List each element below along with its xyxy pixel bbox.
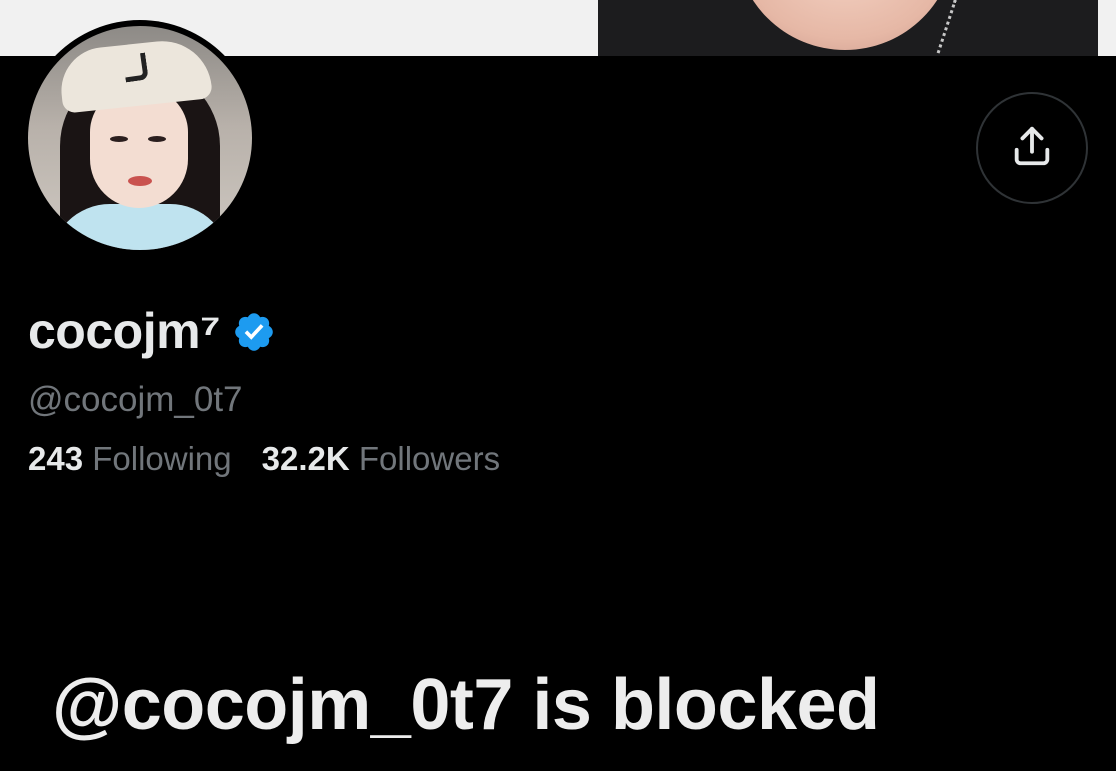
following-label: Following [92, 440, 232, 477]
follow-stats: 243 Following 32.2K Followers [28, 440, 500, 478]
share-button[interactable] [976, 92, 1088, 204]
share-icon [1009, 123, 1055, 174]
following-link[interactable]: 243 Following [28, 440, 232, 478]
display-name-row: cocojm⁷ [28, 302, 276, 360]
followers-label: Followers [358, 440, 501, 477]
handle: @cocojm_0t7 [28, 380, 243, 419]
display-name: cocojm⁷ [28, 303, 221, 359]
blocked-caption: @cocojm_0t7 is blocked [52, 665, 880, 745]
following-count: 243 [28, 440, 84, 477]
followers-link[interactable]: 32.2K Followers [262, 440, 500, 478]
avatar-photo [28, 26, 252, 250]
followers-count: 32.2K [261, 440, 350, 477]
verified-badge-icon [220, 304, 276, 359]
avatar[interactable] [22, 20, 258, 256]
